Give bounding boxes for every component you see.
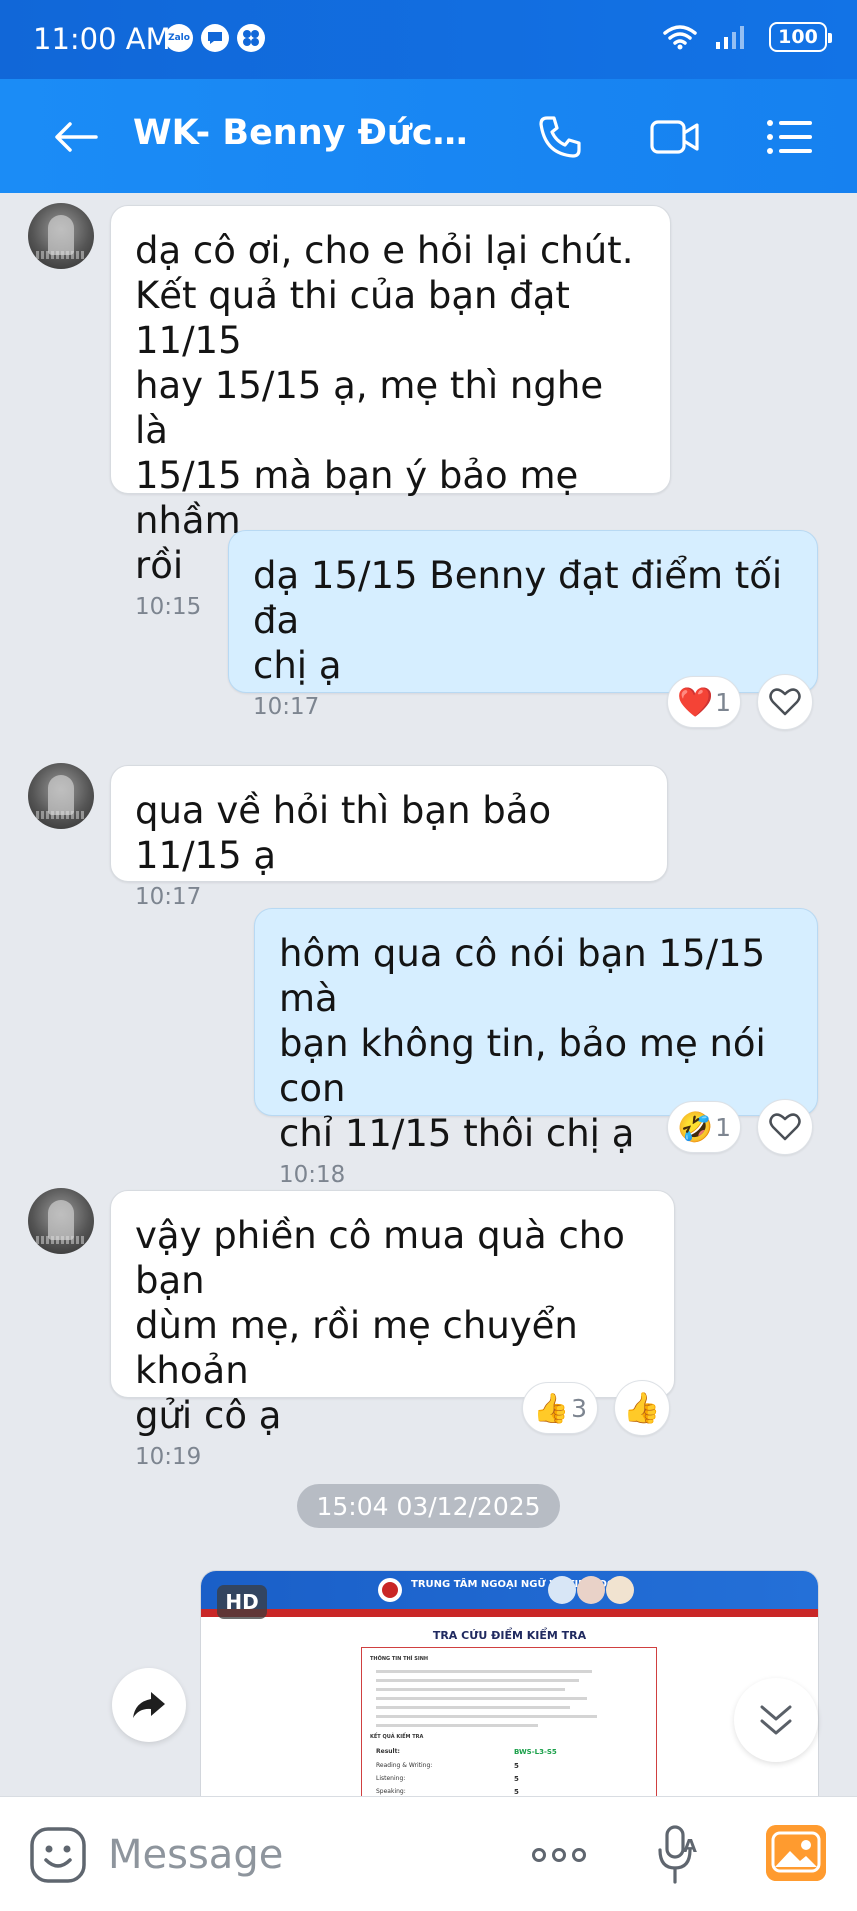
reaction-count: 3 [571, 1393, 587, 1423]
image-result-label: Result: [376, 1748, 400, 1755]
react-button[interactable]: 👍 [614, 1380, 670, 1436]
thumbs-up-icon: 👍 [623, 1390, 661, 1426]
back-arrow-icon [55, 122, 98, 152]
chat-bubble-icon [201, 24, 229, 52]
avatar[interactable] [28, 203, 94, 269]
image-skill-score: 5 [514, 1788, 519, 1796]
message-bubble-incoming[interactable]: vậy phiền cô mua quà cho bạn dùm mẹ, rồi… [110, 1190, 675, 1470]
conversation-title[interactable]: WK- Benny Đức Bì... [133, 113, 473, 153]
image-skill-score: 5 [514, 1775, 519, 1783]
image-banner: TRUNG TÂM NGOẠI NGỮ VÀ TIN HỌC [201, 1571, 818, 1609]
microphone-icon: A [658, 1825, 697, 1884]
message-bubble-incoming[interactable]: qua về hỏi thì bạn bảo 11/15 ạ 10:17 [110, 765, 668, 910]
photo-icon [766, 1825, 826, 1881]
signal-icon [716, 26, 744, 49]
message-text: qua về hỏi thì bạn bảo 11/15 ạ [135, 789, 552, 877]
more-dots-icon [572, 1848, 586, 1862]
image-message[interactable]: TRUNG TÂM NGOẠI NGỮ VÀ TIN HỌC TRA CỨU Đ… [200, 1570, 819, 1796]
video-call-icon [650, 120, 699, 154]
notification-icons: Zalo [165, 24, 265, 52]
school-logo-icon [378, 1578, 402, 1602]
emoji-icon [30, 1827, 86, 1883]
more-dots-icon [532, 1848, 546, 1862]
video-call-button[interactable] [643, 105, 707, 169]
heart-reaction-icon: ❤️ [676, 684, 714, 719]
double-chevron-down-icon [760, 1705, 792, 1735]
image-skill-score: 5 [514, 1762, 519, 1770]
phone-icon [539, 116, 581, 158]
laughing-reaction-icon: 🤣 [676, 1109, 714, 1144]
message-bubble-outgoing[interactable]: dạ 15/15 Benny đạt điểm tối đa chị ạ 10:… [228, 530, 818, 720]
image-section-result: KẾT QUẢ KIỂM TRA [370, 1734, 424, 1740]
scroll-to-bottom-button[interactable] [734, 1678, 818, 1762]
message-time: 10:18 [279, 1162, 346, 1188]
image-result-value: BWS-L3-S5 [514, 1748, 557, 1756]
menu-list-icon [767, 120, 812, 154]
hd-badge: HD [217, 1585, 267, 1619]
pinwheel-icon [237, 24, 265, 52]
image-info-rows [376, 1668, 646, 1727]
battery-indicator: 100 [769, 22, 832, 52]
message-list[interactable]: dạ cô ơi, cho e hỏi lại chút. Kết quả th… [0, 193, 857, 1796]
status-indicators: 100 [663, 22, 832, 52]
message-composer: A [0, 1796, 857, 1911]
more-dots-icon [552, 1848, 566, 1862]
image-skill-name: Speaking: [376, 1788, 406, 1795]
image-result-box: THÔNG TIN THÍ SINH KẾT QUẢ KIỂM TRA Resu… [361, 1647, 657, 1796]
react-button[interactable] [757, 674, 813, 730]
zalo-icon: Zalo [165, 24, 193, 52]
reaction-summary[interactable]: 🤣 1 [667, 1101, 741, 1153]
wifi-icon [663, 25, 697, 50]
date-separator: 15:04 03/12/2025 [297, 1484, 560, 1528]
reaction-summary[interactable]: ❤️ 1 [667, 676, 741, 728]
status-time: 11:00 AM [33, 22, 171, 56]
image-nav-bar [201, 1609, 818, 1617]
message-text: dạ 15/15 Benny đạt điểm tối đa chị ạ [253, 554, 783, 687]
forward-button[interactable] [112, 1668, 186, 1742]
thumbs-up-reaction-icon: 👍 [532, 1390, 570, 1425]
status-bar: 11:00 AM Zalo 100 [0, 0, 857, 79]
chat-header: WK- Benny Đức Bì... [0, 79, 857, 193]
message-bubble-outgoing[interactable]: hôm qua cô nói bạn 15/15 mà bạn không ti… [254, 908, 818, 1188]
emoji-button[interactable] [28, 1825, 88, 1885]
reaction-summary[interactable]: 👍 3 [522, 1382, 598, 1434]
image-skill-name: Reading & Writing: [376, 1762, 433, 1769]
reaction-count: 1 [715, 1112, 731, 1142]
message-bubble-incoming[interactable]: dạ cô ơi, cho e hỏi lại chút. Kết quả th… [110, 205, 671, 620]
menu-button[interactable] [758, 105, 822, 169]
forward-arrow-icon [133, 1692, 165, 1718]
heart-outline-icon [769, 1113, 801, 1141]
image-section-info: THÔNG TIN THÍ SINH [370, 1656, 429, 1662]
svg-text:A: A [683, 1836, 697, 1857]
message-input[interactable] [108, 1825, 508, 1885]
image-skill-name: Listening: [376, 1775, 406, 1782]
banner-photos-icon [548, 1576, 634, 1604]
message-time: 10:19 [135, 1444, 202, 1470]
avatar[interactable] [28, 1188, 94, 1254]
react-button[interactable] [757, 1099, 813, 1155]
more-options-button[interactable] [524, 1825, 594, 1885]
voice-message-button[interactable]: A [650, 1819, 706, 1891]
back-button[interactable] [48, 109, 104, 165]
avatar[interactable] [28, 763, 94, 829]
photo-button[interactable] [766, 1825, 826, 1881]
reaction-count: 1 [715, 687, 731, 717]
image-heading: TRA CỨU ĐIỂM KIỂM TRA [432, 1629, 587, 1642]
voice-call-button[interactable] [528, 105, 592, 169]
heart-outline-icon [769, 688, 801, 716]
